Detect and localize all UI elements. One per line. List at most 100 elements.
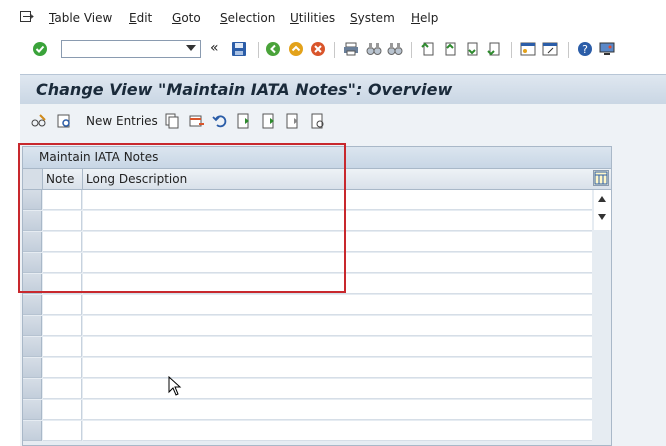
- table-row: [23, 358, 593, 379]
- collapse-icon[interactable]: «: [210, 40, 219, 56]
- save-button[interactable]: [230, 40, 248, 58]
- enter-button[interactable]: [31, 40, 49, 58]
- long-description-cell[interactable]: [83, 211, 592, 231]
- select-all-rows-button[interactable]: [23, 169, 43, 189]
- menu-utilities[interactable]: Utilities: [290, 11, 335, 25]
- previous-page-button[interactable]: [441, 40, 459, 58]
- long-description-cell[interactable]: [83, 400, 592, 420]
- row-selector[interactable]: [23, 358, 42, 378]
- select-all-button[interactable]: [235, 112, 253, 130]
- menu-edit[interactable]: Edit: [129, 11, 152, 25]
- long-description-cell[interactable]: [83, 421, 592, 441]
- new-entries-button[interactable]: New Entries: [86, 114, 158, 128]
- long-description-cell[interactable]: [83, 274, 592, 294]
- table-caption: Maintain IATA Notes: [39, 150, 159, 164]
- first-page-button[interactable]: [419, 40, 437, 58]
- binoculars-plus-icon: [387, 43, 403, 55]
- column-header-note[interactable]: Note: [43, 169, 83, 189]
- row-selector[interactable]: [23, 190, 42, 210]
- row-selector[interactable]: [23, 337, 42, 357]
- table-settings-icon[interactable]: [593, 170, 609, 186]
- column-header-long-description[interactable]: Long Description: [83, 169, 593, 189]
- previous-page-icon: [445, 42, 456, 56]
- row-selector[interactable]: [23, 421, 42, 441]
- exit-button[interactable]: [287, 40, 305, 58]
- menu-table-view[interactable]: Table View: [49, 11, 112, 25]
- new-session-button[interactable]: [519, 40, 537, 58]
- note-cell[interactable]: [43, 295, 82, 315]
- menu-goto[interactable]: Goto: [172, 11, 201, 25]
- row-selector[interactable]: [23, 400, 42, 420]
- help-button[interactable]: ?: [576, 40, 594, 58]
- long-description-cell[interactable]: [83, 337, 592, 357]
- note-cell[interactable]: [43, 316, 82, 336]
- help-icon: ?: [578, 42, 592, 56]
- glasses-pencil-icon: [31, 114, 46, 127]
- customize-layout-button[interactable]: [598, 40, 616, 58]
- command-field[interactable]: [61, 40, 201, 58]
- standard-toolbar: « ?: [0, 38, 666, 64]
- long-description-cell[interactable]: [83, 316, 592, 336]
- table-rows: [23, 190, 593, 442]
- row-selector[interactable]: [23, 253, 42, 273]
- vertical-scrollbar[interactable]: [594, 190, 611, 230]
- menu-system[interactable]: System: [350, 11, 395, 25]
- row-selector[interactable]: [23, 274, 42, 294]
- long-description-cell[interactable]: [83, 232, 592, 252]
- toolbar-separator: [258, 42, 259, 58]
- table-row: [23, 400, 593, 421]
- note-cell[interactable]: [43, 274, 82, 294]
- copy-as-button[interactable]: [163, 112, 181, 130]
- find-next-button[interactable]: [386, 40, 404, 58]
- note-cell[interactable]: [43, 421, 82, 441]
- print-button[interactable]: [342, 40, 360, 58]
- grid-settings-icon: [594, 171, 608, 185]
- print-field-list-button[interactable]: [309, 112, 327, 130]
- undo-icon: [212, 115, 227, 128]
- table-row: [23, 337, 593, 358]
- find-button[interactable]: [365, 40, 383, 58]
- back-button[interactable]: [264, 40, 282, 58]
- row-selector[interactable]: [23, 232, 42, 252]
- delete-button[interactable]: [188, 112, 206, 130]
- note-cell[interactable]: [43, 379, 82, 399]
- select-block-button[interactable]: [260, 112, 278, 130]
- copy-icon: [165, 113, 179, 129]
- shortcut-button[interactable]: [541, 40, 559, 58]
- menu-help[interactable]: Help: [411, 11, 438, 25]
- long-description-cell[interactable]: [83, 295, 592, 315]
- long-description-cell[interactable]: [83, 190, 592, 210]
- note-cell[interactable]: [43, 358, 82, 378]
- note-cell[interactable]: [43, 211, 82, 231]
- deselect-all-button[interactable]: [284, 112, 302, 130]
- note-cell[interactable]: [43, 190, 82, 210]
- scroll-up-icon[interactable]: [598, 196, 606, 202]
- print-icon: [344, 42, 358, 56]
- system-menu-icon[interactable]: [20, 11, 34, 23]
- note-cell[interactable]: [43, 337, 82, 357]
- row-selector[interactable]: [23, 316, 42, 336]
- note-cell[interactable]: [43, 400, 82, 420]
- dropdown-arrow-icon[interactable]: [186, 45, 196, 51]
- next-page-button[interactable]: [463, 40, 481, 58]
- row-selector[interactable]: [23, 379, 42, 399]
- undo-button[interactable]: [211, 112, 229, 130]
- long-description-cell[interactable]: [83, 253, 592, 273]
- table-row: [23, 253, 593, 274]
- row-selector[interactable]: [23, 295, 42, 315]
- row-selector[interactable]: [23, 211, 42, 231]
- last-page-button[interactable]: [485, 40, 503, 58]
- deselect-all-icon: [286, 113, 298, 129]
- other-view-button[interactable]: [55, 112, 73, 130]
- long-description-cell[interactable]: [83, 358, 592, 378]
- next-page-icon: [467, 42, 478, 56]
- scroll-down-icon[interactable]: [598, 214, 606, 220]
- note-cell[interactable]: [43, 232, 82, 252]
- menu-selection[interactable]: Selection: [220, 11, 275, 25]
- long-description-cell[interactable]: [83, 379, 592, 399]
- table-row: [23, 421, 593, 442]
- display-change-button[interactable]: [30, 112, 48, 130]
- title-bar: Change View "Maintain IATA Notes": Overv…: [20, 74, 666, 105]
- cancel-button[interactable]: [309, 40, 327, 58]
- note-cell[interactable]: [43, 253, 82, 273]
